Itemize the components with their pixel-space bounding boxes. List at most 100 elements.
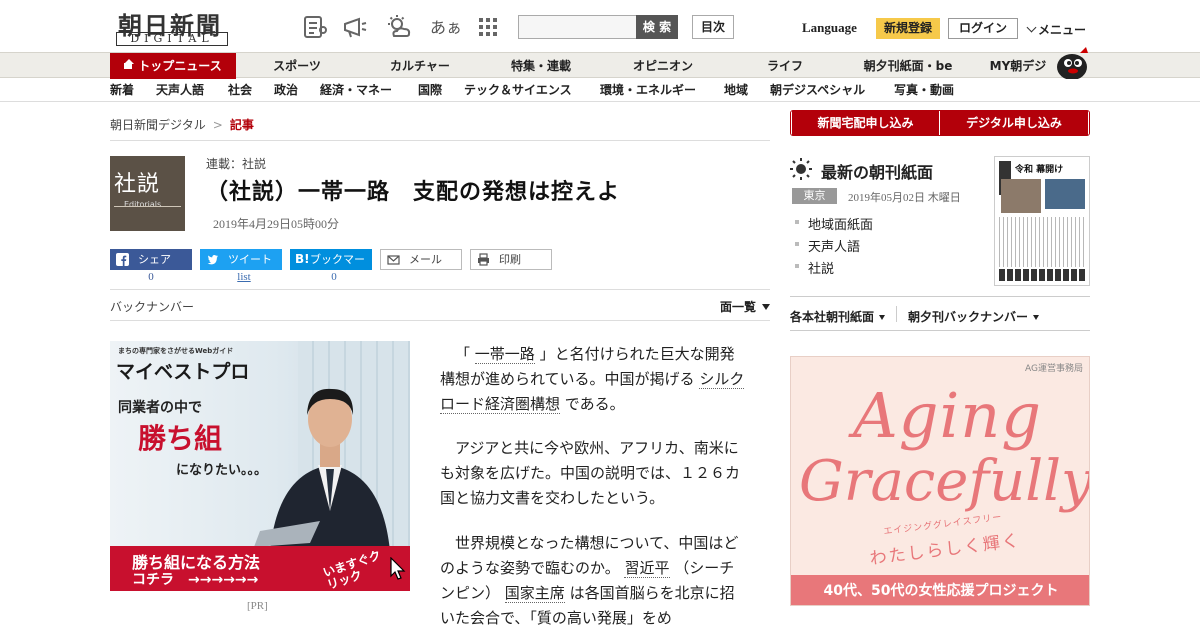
- backnumber-dropdown[interactable]: 朝夕刊バックナンバー: [908, 308, 1040, 325]
- twitter-share-label: ツイート: [228, 253, 272, 266]
- regional-editions-dropdown[interactable]: 各本社朝刊紙面: [790, 308, 886, 325]
- divider: [790, 296, 1090, 297]
- nav2-item-special[interactable]: 朝デジスペシャル: [770, 78, 865, 102]
- home-icon-body: [124, 63, 133, 69]
- mail-label: メール: [409, 253, 442, 266]
- ad-headline-2: Gracefully: [799, 449, 1090, 514]
- breadcrumb-home[interactable]: 朝日新聞デジタル: [110, 118, 206, 132]
- divider: [110, 140, 770, 141]
- grid-icon[interactable]: [477, 16, 499, 38]
- nav-item-paper[interactable]: 朝夕刊紙面・be: [856, 53, 960, 79]
- nav-label: トップニュース: [138, 59, 222, 73]
- article-title: （社説）一帯一路 支配の発想は控えよ: [206, 180, 621, 205]
- menu-label: メニュー: [1038, 23, 1087, 37]
- article-paragraph: アジアと共に今や欧州、アフリカ、南米にも対象を広げた。中国の説明では、１２６カ国…: [440, 439, 741, 507]
- megaphone-icon[interactable]: [342, 14, 368, 40]
- ad-aging-gracefully[interactable]: AG運営事務局 Aging Gracefully エイジンググレイスフリー わた…: [790, 356, 1090, 606]
- article-paragraph: 世界規模となった構想について、中国はどのような姿勢で臨むのか。 習近平 （シーチ…: [440, 531, 746, 631]
- page-list-dropdown[interactable]: 面一覧: [720, 298, 771, 315]
- thumb-photo: [1045, 179, 1085, 209]
- nav-item-top-news[interactable]: トップニュース: [110, 53, 236, 79]
- newspaper-icon[interactable]: [302, 14, 328, 40]
- font-size-icon[interactable]: あぁ: [430, 14, 462, 38]
- sun-icon: [790, 158, 812, 180]
- backnumber-link[interactable]: バックナンバー: [110, 298, 194, 315]
- nav-item-life[interactable]: ライフ: [758, 53, 812, 79]
- facebook-share-button[interactable]: シェア: [110, 249, 192, 270]
- chokan-date: 2019年05月02日 木曜日: [848, 192, 961, 204]
- facebook-share-count: 0: [148, 271, 154, 283]
- ad-tagline: まちの専門家をさがせるWebガイド: [118, 347, 234, 355]
- thumb-footer: [999, 269, 1085, 281]
- keyword-link[interactable]: 習近平: [624, 559, 670, 578]
- nav2-item-new[interactable]: 新着: [110, 78, 134, 102]
- editorial-badge[interactable]: 社説 Editorials: [110, 156, 185, 231]
- badge-rule: [114, 206, 181, 207]
- register-button[interactable]: 新規登録: [876, 18, 940, 39]
- twitter-list-link[interactable]: list: [203, 271, 285, 283]
- nav2-item-politics[interactable]: 政治: [274, 78, 298, 102]
- pr-label: [PR]: [247, 600, 268, 612]
- nav-item-opinion[interactable]: オピニオン: [624, 53, 702, 79]
- nav2-item-photo[interactable]: 写真・動画: [894, 78, 954, 102]
- mail-icon: [387, 255, 400, 265]
- ad-headline-1: Aging: [853, 379, 1042, 452]
- divider: [110, 320, 770, 321]
- keyword-link[interactable]: 一帯一路: [474, 345, 535, 364]
- mail-share-button[interactable]: メール: [380, 249, 462, 270]
- chokan-link-regional[interactable]: 地域面紙面: [808, 214, 873, 233]
- triangle-down-icon: [1033, 315, 1040, 320]
- ad-banner-text2: コチラ →→→→→→: [132, 572, 259, 588]
- nav2-item-region[interactable]: 地域: [724, 78, 748, 102]
- printer-icon: [478, 253, 489, 266]
- newspaper-thumbnail[interactable]: 令和 幕開け: [994, 156, 1090, 286]
- print-button[interactable]: 印刷: [470, 249, 552, 270]
- nav2-item-environment[interactable]: 環境・エネルギー: [600, 78, 696, 102]
- page-list-label: 面一覧: [720, 300, 757, 314]
- nav2-item-society[interactable]: 社会: [228, 78, 252, 102]
- login-button[interactable]: ログイン: [948, 18, 1018, 39]
- search-input[interactable]: [518, 15, 638, 39]
- subscribe-home-button[interactable]: 新聞宅配申し込み: [792, 111, 939, 135]
- thumb-photo: [1001, 179, 1041, 213]
- site-header: 朝日新聞 DIGITAL あぁ 検 索 目次 Language 新規登録 ログイ…: [0, 0, 1200, 52]
- language-link[interactable]: Language: [802, 20, 857, 36]
- region-badge: 東京: [792, 188, 837, 204]
- menu-button[interactable]: メニュー: [1026, 21, 1087, 38]
- text-span: 「: [455, 345, 471, 363]
- toc-button[interactable]: 目次: [692, 15, 734, 39]
- hatena-bookmark-button[interactable]: B! ブックマーク: [290, 249, 372, 287]
- chokan-link-editorial[interactable]: 社説: [808, 258, 834, 277]
- nav2-item-tenseijingo[interactable]: 天声人語: [156, 78, 204, 102]
- nav-item-my-asadigi[interactable]: MY朝デジ: [982, 53, 1054, 79]
- site-logo-sub[interactable]: DIGITAL: [116, 32, 228, 46]
- editorial-badge-sub: Editorials: [124, 200, 162, 209]
- businessman-illustration: [254, 388, 390, 551]
- bullet-icon: [795, 264, 799, 268]
- article-paragraph: 「 一帯一路 」と名付けられた巨大な開発構想が進められている。中国が掲げる シル…: [440, 342, 746, 417]
- nav2-item-tech[interactable]: テック＆サイエンス: [464, 78, 572, 102]
- thumb-headline: 令和 幕開け: [1015, 165, 1064, 175]
- twitter-share-button[interactable]: ツイート: [200, 249, 282, 270]
- chokan-link-tenseijingo[interactable]: 天声人語: [808, 236, 860, 255]
- weather-icon[interactable]: [386, 14, 412, 40]
- nav2-item-economy[interactable]: 経済・マネー: [320, 78, 392, 102]
- search-button[interactable]: 検 索: [636, 15, 678, 39]
- nav2-item-international[interactable]: 国際: [418, 78, 442, 102]
- bullet-icon: [795, 242, 799, 246]
- article-date: 2019年4月29日05時00分: [213, 217, 340, 231]
- ad-mybestpro[interactable]: まちの専門家をさがせるWebガイド マイベストプロ 同業者の中で 勝ち組 になり…: [110, 341, 410, 591]
- backnumber-dropdown-label: 朝夕刊バックナンバー: [908, 310, 1029, 324]
- nav-item-sports[interactable]: スポーツ: [262, 53, 332, 79]
- series-label[interactable]: 連載：社説: [206, 155, 266, 172]
- hatena-icon: B!: [295, 252, 310, 266]
- keyword-link[interactable]: 国家主席: [504, 584, 565, 603]
- breadcrumb-current: 記事: [229, 118, 254, 132]
- nav-item-features[interactable]: 特集・連載: [502, 53, 580, 79]
- hatena-count: 0: [331, 271, 337, 283]
- chokan-title[interactable]: 最新の朝刊紙面: [821, 159, 933, 183]
- nav-item-culture[interactable]: カルチャー: [380, 53, 460, 79]
- mascot-icon[interactable]: [1054, 45, 1092, 79]
- subscribe-digital-button[interactable]: デジタル申し込み: [940, 111, 1088, 135]
- editorial-badge-title: 社説: [114, 172, 161, 197]
